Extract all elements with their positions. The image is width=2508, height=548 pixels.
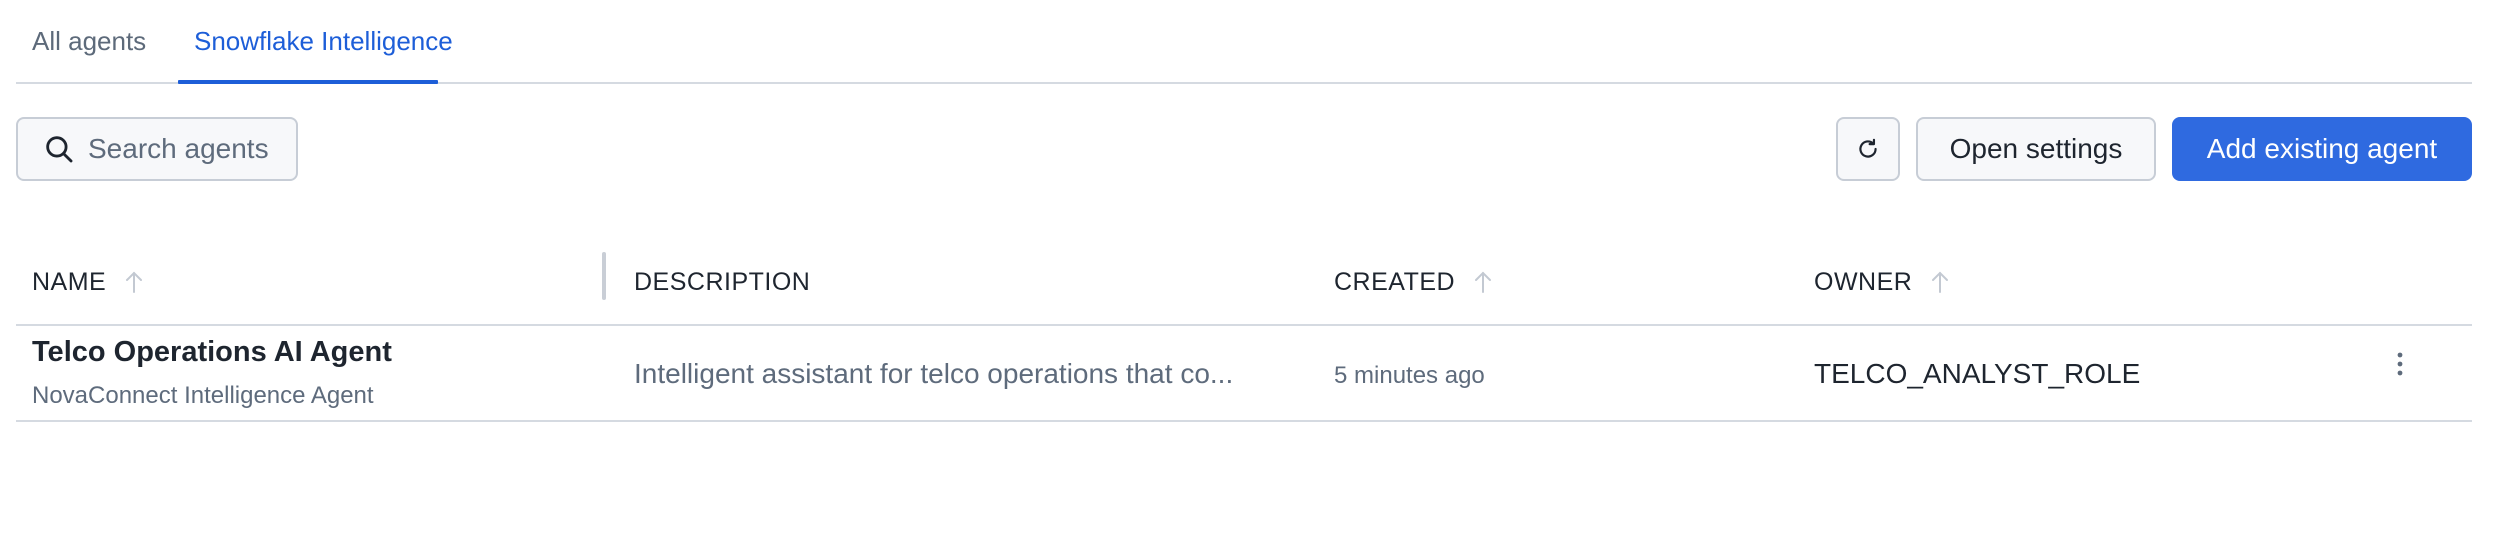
refresh-button[interactable] <box>1836 117 1900 181</box>
agent-name[interactable]: Telco Operations AI Agent <box>32 336 392 369</box>
sort-arrow-up-icon[interactable] <box>1471 268 1495 296</box>
sort-arrow-up-icon[interactable] <box>122 268 146 296</box>
agent-created: 5 minutes ago <box>1334 362 1485 389</box>
active-tab-indicator <box>178 80 438 84</box>
sort-arrow-up-icon[interactable] <box>1928 268 1952 296</box>
column-header-created[interactable]: CREATED <box>1334 262 1495 302</box>
refresh-icon <box>1855 136 1881 162</box>
column-header-label: DESCRIPTION <box>634 267 811 296</box>
search-icon <box>42 132 76 166</box>
column-header-name[interactable]: NAME <box>32 262 146 302</box>
open-settings-button[interactable]: Open settings <box>1916 117 2156 181</box>
column-header-label: CREATED <box>1334 267 1456 296</box>
column-header-label: NAME <box>32 267 107 296</box>
search-input[interactable]: Search agents <box>16 117 298 181</box>
table-row[interactable]: Telco Operations AI Agent NovaConnect In… <box>16 326 2472 422</box>
agents-page: All agents Snowflake Intelligence Search… <box>0 0 2508 548</box>
column-header-description: DESCRIPTION <box>634 262 810 302</box>
tab-bar: All agents Snowflake Intelligence <box>16 0 2472 84</box>
tab-all-agents[interactable]: All agents <box>32 26 146 57</box>
add-existing-agent-button[interactable]: Add existing agent <box>2172 117 2472 181</box>
tab-snowflake-intelligence[interactable]: Snowflake Intelligence <box>194 26 453 57</box>
agent-owner: TELCO_ANALYST_ROLE <box>1814 358 2141 389</box>
table-header: NAME DESCRIPTION CREATED OWNER <box>16 246 2472 326</box>
column-resize-handle[interactable] <box>602 252 606 300</box>
column-header-label: OWNER <box>1814 267 1913 296</box>
agent-description: Intelligent assistant for telco operatio… <box>634 358 1234 389</box>
search-placeholder: Search agents <box>88 133 269 164</box>
column-header-owner[interactable]: OWNER <box>1814 262 1952 302</box>
more-options-icon[interactable] <box>2386 350 2414 390</box>
agent-subtitle: NovaConnect Intelligence Agent <box>32 382 374 409</box>
